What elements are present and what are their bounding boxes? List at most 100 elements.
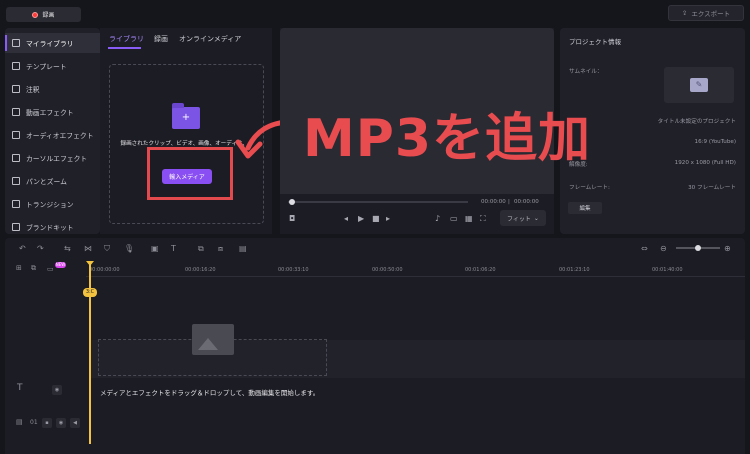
sidebar-item-my-library[interactable]: マイライブラリ <box>5 33 100 53</box>
record-dot-icon <box>32 11 39 18</box>
sidebar-item-template[interactable]: テンプレート <box>5 56 100 76</box>
ruler-tick-label: 00:01:06:20 <box>465 267 496 273</box>
volume-icon[interactable]: ♪ <box>435 214 440 223</box>
cursor-effect-icon <box>12 154 20 162</box>
text-icon[interactable]: T <box>171 244 176 253</box>
ungroup-icon[interactable]: ⧈ <box>218 244 223 254</box>
sidebar-item-label: 動画エフェクト <box>26 109 74 117</box>
template-icon <box>12 62 20 70</box>
add-track-icon[interactable]: ⊞ <box>16 264 22 272</box>
chevron-down-icon: ⌄ <box>533 214 539 222</box>
microphone-icon[interactable]: 🎙 <box>124 244 134 253</box>
sidebar-item-cursor-effect[interactable]: カーソルエフェクト <box>5 148 100 168</box>
annotation-highlight-box <box>147 147 233 200</box>
sidebar-item-transition[interactable]: トランジション <box>5 194 100 214</box>
grid-icon[interactable]: ▦ <box>465 214 473 223</box>
export-icon: ⇪ <box>681 9 688 17</box>
framerate-label: フレームレート: <box>569 185 610 191</box>
brand-kit-icon <box>12 223 20 231</box>
playhead-handle[interactable]: 3:C <box>83 288 97 297</box>
annotation-icon <box>12 85 20 93</box>
ruler-tick-label: 00:01:23:10 <box>559 267 590 273</box>
zoom-out-icon[interactable]: ⊖ <box>660 244 667 253</box>
sidebar-item-label: カーソルエフェクト <box>26 155 88 163</box>
captions-icon[interactable]: ▭ <box>450 214 458 223</box>
tab-recording[interactable]: 録画 <box>154 34 168 44</box>
export-button[interactable]: ⇪ エクスポート <box>668 5 744 21</box>
project-thumbnail[interactable]: ✎ <box>664 67 734 103</box>
fit-dropdown[interactable]: フィット ⌄ <box>500 210 546 226</box>
record-label: 録画 <box>42 12 55 19</box>
record-button[interactable]: 録画 <box>6 7 81 22</box>
track-settings-icon[interactable]: ▭ <box>47 265 54 273</box>
group-icon[interactable]: ⧉ <box>198 244 204 254</box>
sidebar-item-label: ブランドキット <box>26 224 74 232</box>
undo-icon[interactable]: ↶ <box>19 244 26 253</box>
marker-icon[interactable]: ▤ <box>239 244 247 253</box>
fit-label: フィット <box>507 215 531 223</box>
zoom-in-icon[interactable]: ⊕ <box>724 244 731 253</box>
edit-project-button[interactable]: 編集 <box>568 202 602 214</box>
fullscreen-icon[interactable]: ⛶ <box>480 214 486 224</box>
redo-icon[interactable]: ↷ <box>37 244 44 253</box>
playback-scrubber[interactable] <box>288 201 468 203</box>
screenshot-icon[interactable]: ◘ <box>289 214 295 223</box>
mute-icon[interactable]: ◀ <box>70 418 80 428</box>
sidebar-item-video-effect[interactable]: 動画エフェクト <box>5 102 100 122</box>
current-time: 00:00:00 <box>481 199 506 205</box>
library-icon <box>12 39 20 47</box>
lock-icon[interactable]: ▪ <box>42 418 52 428</box>
scrubber-handle[interactable] <box>289 199 295 205</box>
shield-icon[interactable]: ⛉ <box>104 244 110 254</box>
aspect-ratio-value: 16:9 (YouTube) <box>694 139 736 145</box>
visibility-icon[interactable]: ◉ <box>56 418 66 428</box>
total-time: 00:00:00 <box>514 199 539 205</box>
zoom-slider-handle[interactable] <box>695 245 701 251</box>
framerate-value: 30 フレームレート <box>688 185 736 191</box>
thumbnail-label: サムネイル： <box>569 69 603 75</box>
timecode-divider: | <box>508 199 510 205</box>
text-track-icon: T <box>17 383 23 393</box>
timeline-hint: メディアとエフェクトをドラッグ＆ドロップして、動画編集を開始します。 <box>100 389 320 397</box>
resolution-value: 1920 x 1080 (Full HD) <box>674 160 736 166</box>
tab-online-media[interactable]: オンラインメディア <box>179 34 241 44</box>
sidebar-item-annotation[interactable]: 注釈 <box>5 79 100 99</box>
fit-timeline-icon[interactable]: ⇔ <box>641 244 648 253</box>
eye-icon[interactable]: ◉ <box>52 385 62 395</box>
sidebar-item-label: パンとズーム <box>26 178 67 186</box>
play-icon[interactable]: ▶ <box>358 214 364 223</box>
comment-icon[interactable]: ▣ <box>151 244 159 253</box>
sidebar-item-label: マイライブラリ <box>26 40 74 48</box>
transition-icon <box>12 200 20 208</box>
sidebar-item-label: トランジション <box>26 201 74 209</box>
step-back-icon[interactable]: ◂ <box>344 214 348 223</box>
edit-thumbnail-icon: ✎ <box>690 78 708 92</box>
image-placeholder-icon <box>192 324 234 355</box>
annotation-callout-text: MP3を追加 <box>303 109 592 169</box>
pan-zoom-icon <box>12 177 20 185</box>
tab-library[interactable]: ライブラリ <box>109 34 144 44</box>
sidebar-item-pan-zoom[interactable]: パンとズーム <box>5 171 100 191</box>
sidebar-item-brand-kit[interactable]: ブランドキット <box>5 217 100 237</box>
sidebar-item-label: オーディオエフェクト <box>26 132 94 140</box>
export-label: エクスポート <box>691 10 731 18</box>
ruler-tick-label: 00:00:33:10 <box>278 267 309 273</box>
active-tab-indicator <box>108 47 141 49</box>
sidebar-item-label: テンプレート <box>26 63 67 71</box>
split-icon[interactable]: ⇆ <box>64 244 71 253</box>
ruler-tick-label: 00:00:16:20 <box>185 267 216 273</box>
ruler-tick-label: 00:01:40:00 <box>652 267 683 273</box>
step-forward-icon[interactable]: ▸ <box>386 214 390 223</box>
sidebar: マイライブラリ テンプレート 注釈 動画エフェクト オーディオエフェクト カーソ… <box>5 28 100 234</box>
track-number: 01 <box>30 419 38 426</box>
trim-icon[interactable]: ⋈ <box>84 244 92 253</box>
track-copy-icon[interactable]: ⧉ <box>31 264 36 273</box>
audio-effect-icon <box>12 131 20 139</box>
sidebar-item-audio-effect[interactable]: オーディオエフェクト <box>5 125 100 145</box>
folder-add-icon[interactable]: + <box>172 103 200 129</box>
new-badge: NEW <box>55 262 66 268</box>
ruler-tick-label: 00:00:50:00 <box>372 267 403 273</box>
timeline-ruler[interactable] <box>86 276 745 277</box>
stop-icon[interactable]: ■ <box>372 214 380 223</box>
sidebar-item-label: 注釈 <box>26 86 40 94</box>
